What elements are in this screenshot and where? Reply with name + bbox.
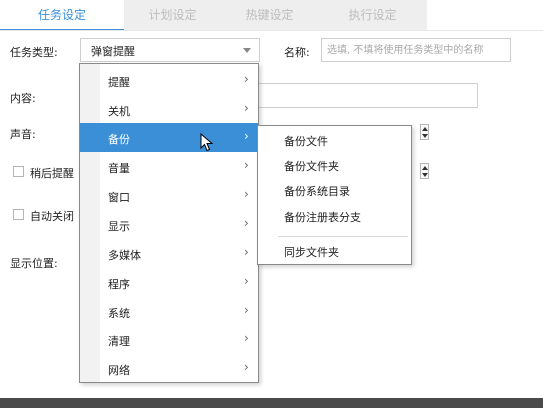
submenu-item-backup-registry[interactable]: 备份注册表分支 — [258, 204, 411, 228]
sound-spinner[interactable] — [420, 124, 429, 140]
chevron-right-icon: › — [244, 187, 249, 201]
menu-item-label: 音量 — [108, 162, 130, 175]
chevron-right-icon: › — [244, 360, 249, 374]
backup-submenu: 备份文件 备份文件夹 备份系统目录 备份注册表分支 同步文件夹 — [257, 125, 412, 265]
menu-item-backup[interactable]: 备份 › — [80, 123, 258, 152]
content-label: 内容: — [10, 92, 36, 105]
chevron-right-icon: › — [244, 274, 249, 288]
menu-item-window[interactable]: 窗口 › — [80, 181, 258, 210]
menu-item-display[interactable]: 显示 › — [80, 210, 258, 239]
snooze-label: 稍后提醒 — [30, 167, 74, 180]
menu-item-label: 程序 — [108, 278, 130, 291]
bottom-bar — [0, 398, 543, 408]
sound-label: 声音: — [10, 128, 36, 141]
spin-up-icon — [422, 166, 428, 170]
menu-item-label: 系统 — [108, 307, 130, 320]
menu-item-system[interactable]: 系统 › — [80, 297, 258, 326]
submenu-item-label: 备份文件 — [284, 135, 328, 148]
content-input[interactable] — [258, 83, 478, 108]
task-type-menu: 提醒 › 关机 › 备份 › 音量 › 窗口 › 显示 › 多媒体 › 程序 ›… — [79, 63, 259, 383]
chevron-right-icon: › — [244, 216, 249, 230]
submenu-item-backup-folder[interactable]: 备份文件夹 — [258, 153, 411, 177]
menu-item-multimedia[interactable]: 多媒体 › — [80, 239, 258, 268]
tab-execution-settings[interactable]: 执行设定 — [318, 0, 427, 30]
tab-plan-settings[interactable]: 计划设定 — [124, 0, 221, 30]
dropdown-arrow-icon — [243, 48, 251, 53]
menu-item-volume[interactable]: 音量 › — [80, 152, 258, 181]
menu-item-label: 关机 — [108, 105, 130, 118]
menu-item-label: 提醒 — [108, 76, 130, 89]
menu-item-label: 窗口 — [108, 191, 130, 204]
chevron-right-icon: › — [244, 101, 249, 115]
snooze-spinner[interactable] — [420, 163, 429, 179]
spin-up-icon — [422, 127, 428, 131]
task-type-select[interactable]: 弹窗提醒 — [80, 38, 260, 62]
menu-item-label: 显示 — [108, 220, 130, 233]
snooze-checkbox[interactable] — [13, 166, 24, 177]
mouse-pointer-icon — [200, 133, 214, 152]
submenu-item-label: 备份注册表分支 — [284, 211, 361, 224]
spin-down-icon — [422, 134, 428, 138]
menu-item-program[interactable]: 程序 › — [80, 268, 258, 297]
menu-item-label: 备份 — [108, 133, 130, 146]
spin-down-icon — [422, 173, 428, 177]
submenu-item-backup-system-dir[interactable]: 备份系统目录 — [258, 178, 411, 202]
task-type-value: 弹窗提醒 — [91, 45, 135, 58]
tab-bar: 任务设定 计划设定 热键设定 执行设定 — [0, 0, 543, 31]
submenu-divider — [278, 236, 408, 237]
display-position-label: 显示位置: — [10, 257, 58, 270]
menu-item-label: 清理 — [108, 335, 130, 348]
chevron-right-icon: › — [244, 158, 249, 172]
name-input[interactable] — [321, 38, 511, 62]
menu-item-remind[interactable]: 提醒 › — [80, 66, 258, 95]
tab-hotkey-settings[interactable]: 热键设定 — [221, 0, 318, 30]
submenu-item-backup-file[interactable]: 备份文件 — [258, 128, 411, 152]
tab-divider — [0, 30, 543, 31]
menu-item-network[interactable]: 网络 › — [80, 354, 258, 383]
submenu-item-label: 备份系统目录 — [284, 185, 350, 198]
menu-item-label: 网络 — [108, 364, 130, 377]
chevron-right-icon: › — [244, 245, 249, 259]
chevron-right-icon: › — [244, 331, 249, 345]
tab-task-settings[interactable]: 任务设定 — [0, 0, 124, 30]
name-label: 名称: — [284, 46, 310, 59]
menu-item-label: 多媒体 — [108, 249, 141, 262]
chevron-right-icon: › — [244, 303, 249, 317]
auto-close-checkbox[interactable] — [13, 209, 24, 220]
submenu-item-sync-folder[interactable]: 同步文件夹 — [258, 239, 411, 263]
auto-close-label: 自动关闭 — [30, 210, 74, 223]
task-type-label: 任务类型: — [10, 46, 58, 59]
menu-item-cleanup[interactable]: 清理 › — [80, 325, 258, 354]
chevron-right-icon: › — [244, 72, 249, 86]
submenu-item-label: 备份文件夹 — [284, 160, 339, 173]
menu-item-shutdown[interactable]: 关机 › — [80, 95, 258, 124]
chevron-right-icon: › — [244, 129, 249, 143]
submenu-item-label: 同步文件夹 — [284, 246, 339, 259]
